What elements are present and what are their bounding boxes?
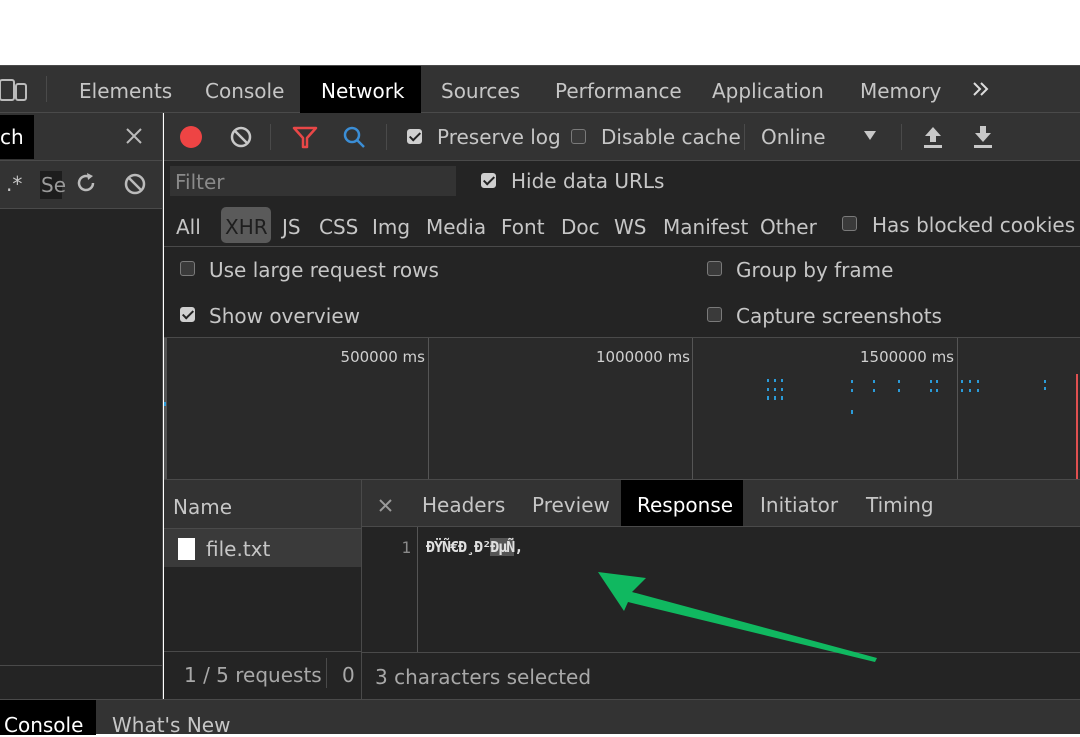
search-panel: ch .* Se: [0, 113, 163, 699]
preserve-log-checkbox[interactable]: [407, 129, 422, 144]
type-filter-xhr-label: XHR: [225, 215, 268, 239]
show-overview-label[interactable]: Show overview: [209, 304, 360, 328]
network-settings: Use large request rows Show overview Gro…: [164, 247, 1080, 338]
import-har-icon[interactable]: [922, 124, 944, 154]
throttling-value: Online: [761, 125, 826, 149]
type-filter-js[interactable]: JS: [282, 215, 301, 239]
annotation-arrow: [598, 572, 877, 662]
selection-status: 3 characters selected: [375, 665, 592, 689]
tab-response[interactable]: Response: [621, 480, 743, 526]
large-rows-checkbox[interactable]: [180, 261, 195, 276]
tab-sources[interactable]: Sources: [441, 79, 520, 103]
tab-console[interactable]: Console: [205, 79, 284, 103]
table-row[interactable]: file.txt: [164, 529, 361, 567]
detail-tabbar: Headers Preview Response Initiator Timin…: [362, 480, 1080, 527]
filter-input-placeholder: Filter: [175, 170, 225, 194]
tab-application[interactable]: Application: [712, 79, 824, 103]
filter-row: Filter Hide data URLs: [164, 161, 1080, 205]
disable-cache-checkbox[interactable]: [571, 129, 586, 144]
close-detail-icon[interactable]: [379, 497, 392, 516]
network-toolbar: Preserve log Disable cache Online: [164, 113, 1080, 161]
response-gutter: 1: [362, 527, 418, 652]
response-text-end: ‚: [514, 538, 523, 556]
type-filter-css[interactable]: CSS: [319, 215, 358, 239]
response-selection: ÐµÑ: [490, 538, 515, 556]
tab-preview[interactable]: Preview: [532, 493, 610, 517]
group-by-frame-label[interactable]: Group by frame: [736, 258, 893, 282]
type-filter-all[interactable]: All: [176, 215, 201, 239]
group-by-frame-checkbox[interactable]: [707, 261, 722, 276]
type-filter-row: All XHR JS CSS Img Media Font Doc WS Man…: [164, 205, 1080, 247]
drawer-tab-console[interactable]: Console: [0, 700, 96, 737]
clear-log-icon[interactable]: [229, 125, 253, 153]
requests-transfer-status: 0: [342, 663, 355, 687]
tab-headers[interactable]: Headers: [422, 493, 505, 517]
close-icon[interactable]: [124, 126, 144, 150]
tab-response-label: Response: [637, 493, 734, 517]
type-filter-other[interactable]: Other: [760, 215, 817, 239]
hide-data-urls-label[interactable]: Hide data URLs: [511, 169, 664, 193]
waterfall-marks: [164, 374, 1078, 479]
throttling-select[interactable]: Online: [760, 113, 886, 160]
type-filter-doc[interactable]: Doc: [561, 215, 600, 239]
search-panel-title[interactable]: ch: [0, 115, 34, 159]
type-filter-font[interactable]: Font: [501, 215, 545, 239]
tab-network[interactable]: Network: [300, 66, 421, 113]
hide-data-urls-checkbox[interactable]: [481, 173, 496, 188]
drawer-tab-console-label: Console: [4, 713, 84, 737]
has-blocked-cookies-label[interactable]: Has blocked cookies: [872, 213, 1075, 237]
type-filter-manifest[interactable]: Manifest: [663, 215, 748, 239]
tab-memory[interactable]: Memory: [860, 79, 941, 103]
preserve-log-label[interactable]: Preserve log: [437, 125, 561, 149]
type-filter-media[interactable]: Media: [426, 215, 486, 239]
clear-search-icon[interactable]: [123, 172, 147, 200]
tab-network-label: Network: [321, 79, 405, 103]
search-input[interactable]: Se: [40, 171, 66, 199]
requests-header[interactable]: Name: [164, 480, 361, 529]
drawer-tabbar: Console What's New: [0, 699, 1080, 737]
requests-header-name: Name: [173, 495, 233, 519]
tab-performance[interactable]: Performance: [555, 79, 682, 103]
tab-elements[interactable]: Elements: [79, 79, 172, 103]
capture-screenshots-label[interactable]: Capture screenshots: [736, 304, 942, 328]
show-overview-checkbox[interactable]: [180, 307, 195, 322]
device-toolbar-icon[interactable]: [0, 78, 28, 104]
large-rows-label[interactable]: Use large request rows: [209, 258, 439, 282]
has-blocked-cookies-checkbox[interactable]: [842, 216, 857, 231]
devtools-main-tabbar: Elements Console Network Sources Perform…: [0, 65, 1080, 113]
search-input-text: Se: [41, 173, 66, 197]
type-filter-ws[interactable]: WS: [614, 215, 646, 239]
search-options-row: .* Se: [0, 161, 162, 209]
search-panel-header: ch: [0, 113, 162, 161]
record-button[interactable]: [180, 126, 202, 148]
tab-timing[interactable]: Timing: [866, 493, 934, 517]
page-blank-area: [0, 0, 1080, 65]
request-name: file.txt: [206, 537, 271, 561]
tab-initiator[interactable]: Initiator: [760, 493, 838, 517]
filter-icon[interactable]: [292, 126, 318, 154]
disable-cache-label[interactable]: Disable cache: [601, 125, 741, 149]
requests-panel: Name file.txt 1 / 5 requests 0: [164, 480, 362, 699]
chevron-down-icon: [864, 131, 876, 140]
overview-timeline[interactable]: 500000 ms 1000000 ms 1500000 ms: [164, 338, 1080, 480]
more-tabs-icon[interactable]: [972, 80, 990, 102]
refresh-icon[interactable]: [74, 171, 98, 199]
response-content[interactable]: ÐŸÑ€Ð¸Ð²ÐµÑ‚: [426, 538, 523, 556]
search-icon[interactable]: [342, 125, 366, 153]
type-filter-xhr[interactable]: XHR: [221, 207, 271, 243]
capture-screenshots-checkbox[interactable]: [707, 307, 722, 322]
search-panel-title-text: ch: [0, 125, 24, 149]
drawer-tab-whats-new[interactable]: What's New: [112, 713, 230, 737]
filter-input[interactable]: Filter: [170, 166, 456, 196]
type-filter-img[interactable]: Img: [372, 215, 410, 239]
regex-toggle[interactable]: .*: [6, 172, 22, 196]
requests-status: 1 / 5 requests: [184, 663, 322, 687]
line-number: 1: [401, 538, 411, 557]
export-har-icon[interactable]: [972, 124, 994, 154]
response-text: ÐŸÑ€Ð¸Ð²: [426, 538, 491, 556]
file-icon: [178, 538, 195, 560]
